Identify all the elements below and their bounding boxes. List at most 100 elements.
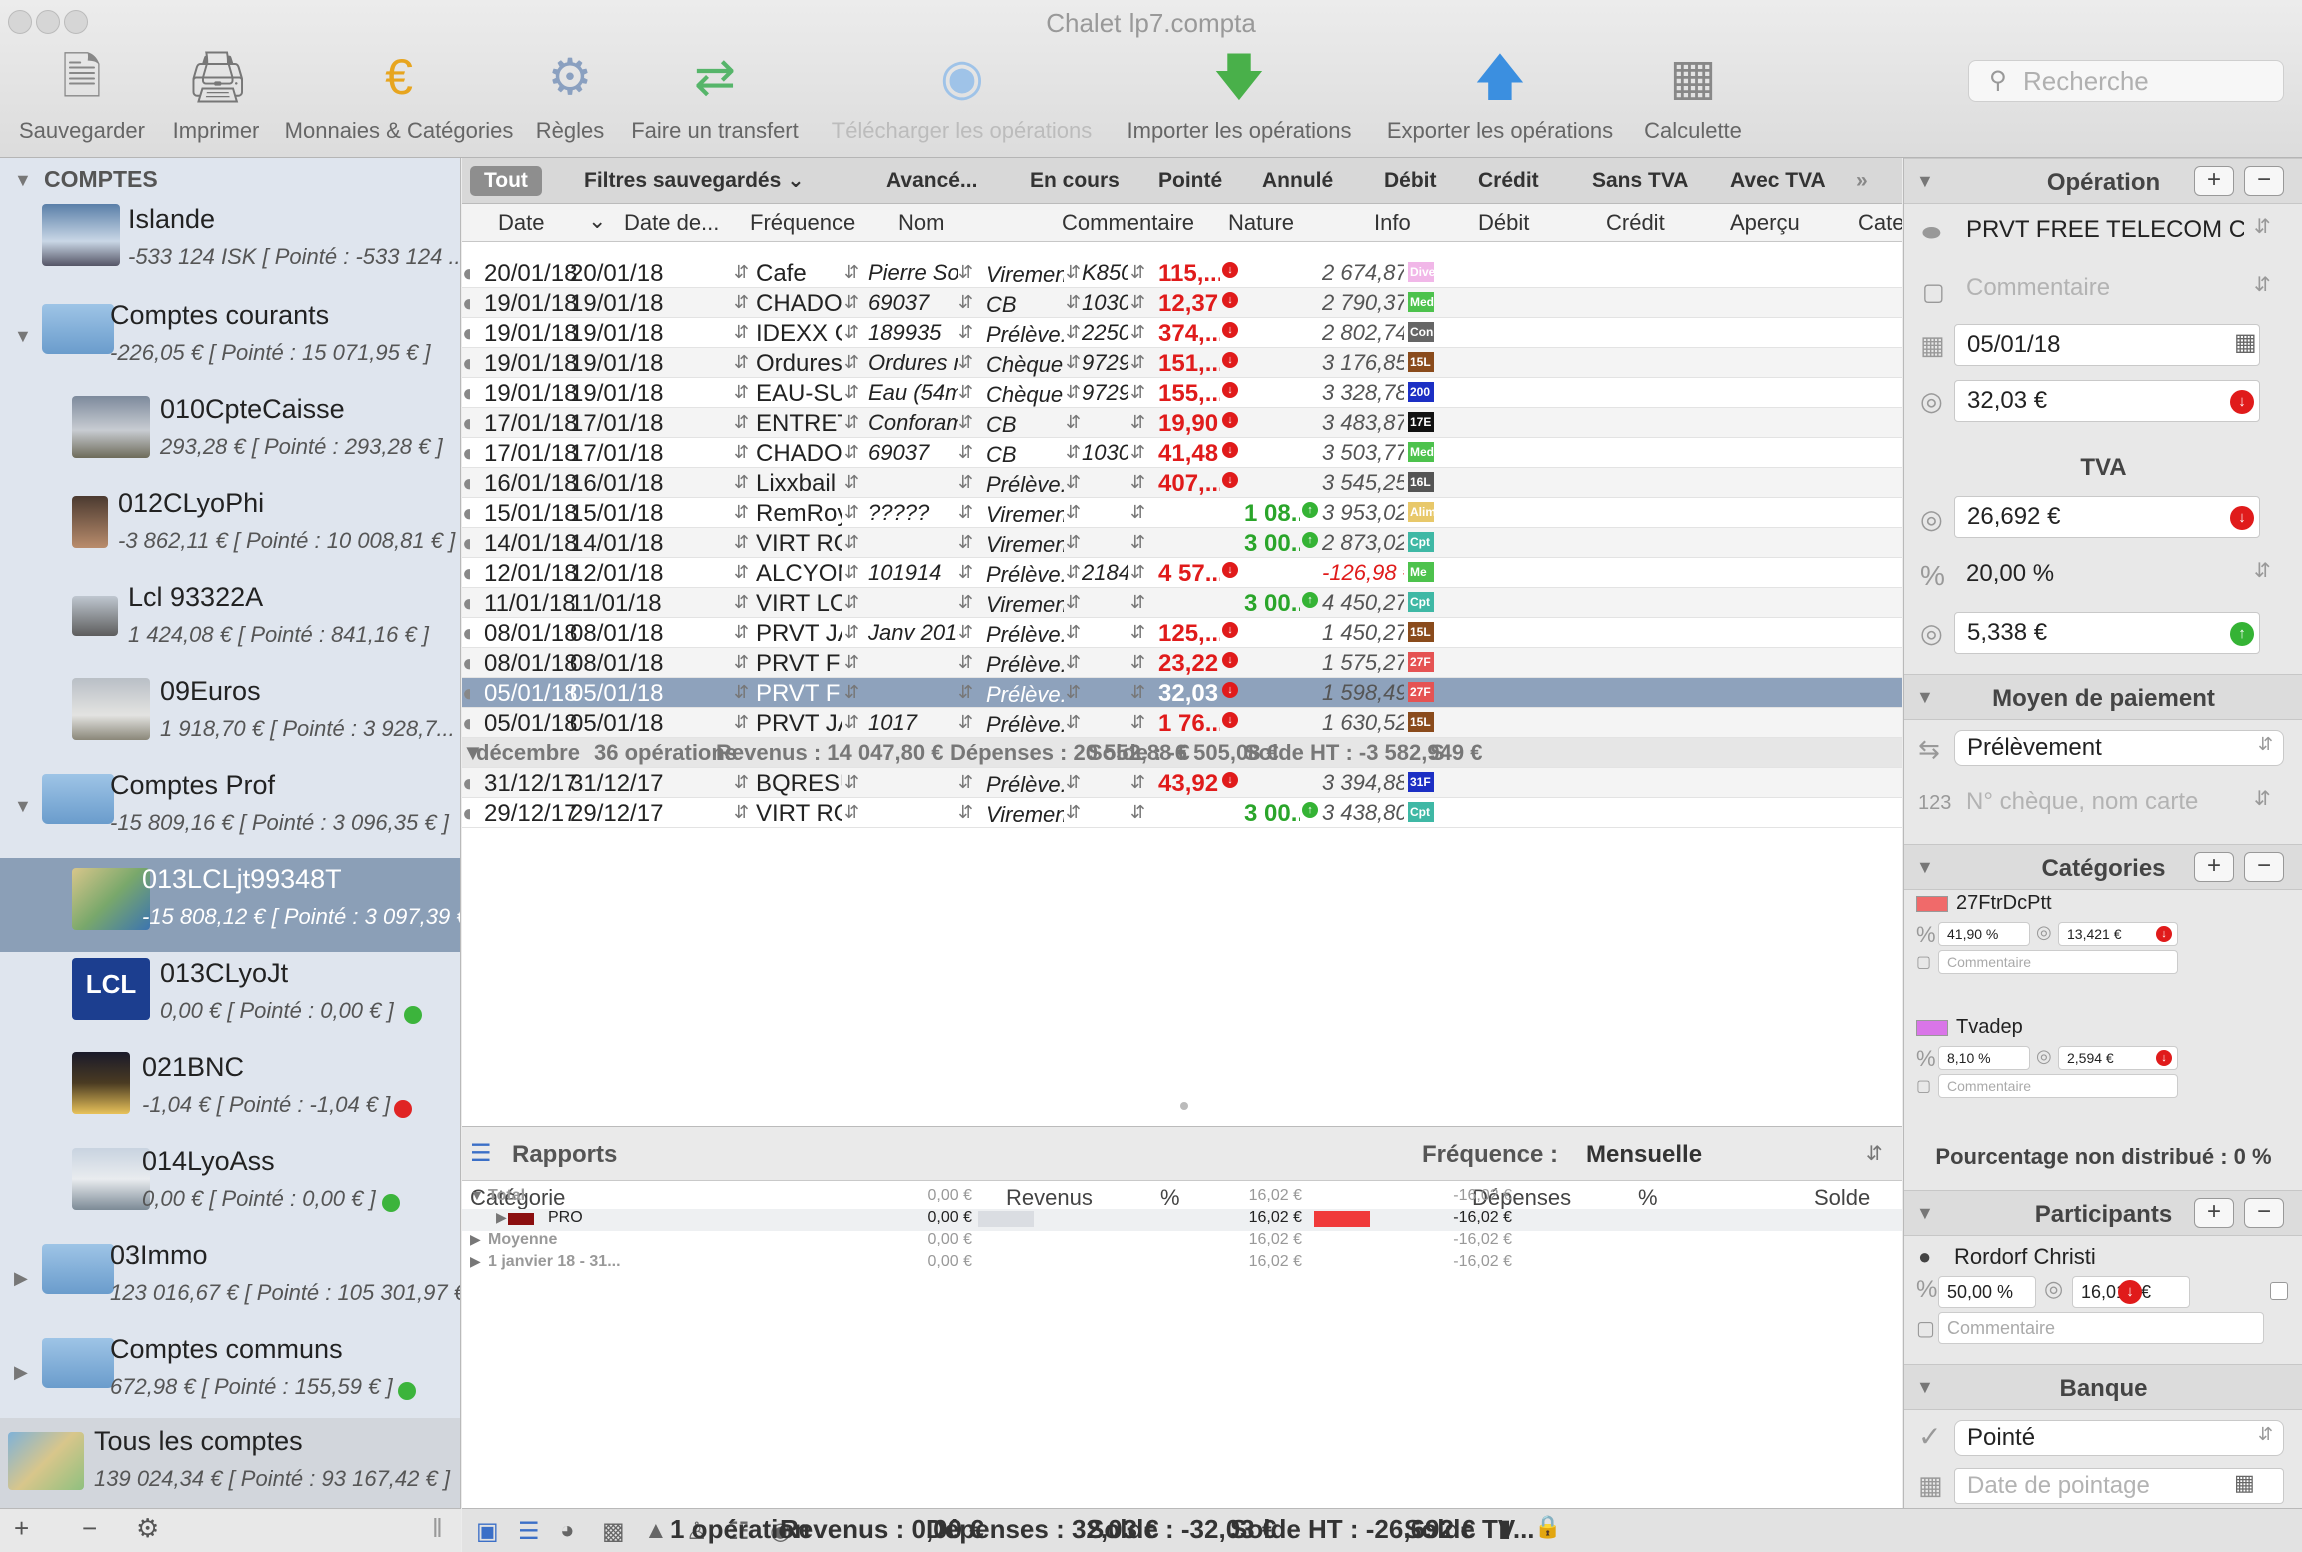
cell-info[interactable]: 9729170	[1082, 350, 1128, 376]
frequency-stepper[interactable]: ⇵	[734, 502, 749, 523]
info-stepper[interactable]: ⇵	[1130, 292, 1145, 313]
cell-comment[interactable]: Pierre Soral	[868, 260, 958, 286]
category-percent-field[interactable]: 8,10 %	[1938, 1046, 2030, 1070]
nature-stepper[interactable]: ⇵	[1066, 772, 1081, 793]
category-badge[interactable]: 31F	[1408, 772, 1434, 792]
cell-debit[interactable]: 19,90 €	[1158, 410, 1220, 438]
check-state-icon[interactable]: ●	[462, 260, 470, 288]
cell-debit[interactable]: 43,92 €	[1158, 770, 1220, 798]
cell-date2[interactable]: 15/01/18	[570, 500, 663, 528]
table-row[interactable]: ●05/01/1805/01/18⇵PRVT FREE...⇵⇵Prélève.…	[462, 678, 1902, 708]
disclosure-triangle-icon[interactable]: ▶	[470, 1253, 481, 1270]
column-debit[interactable]: Débit	[1478, 210, 1529, 236]
currencies-categories-button[interactable]: € Monnaies & Catégories	[276, 44, 522, 144]
nature-stepper[interactable]: ⇵	[1066, 292, 1081, 313]
check-state-icon[interactable]: ●	[462, 320, 470, 348]
cell-nom[interactable]: VIRT RORD...	[756, 800, 842, 828]
operation-comment-field[interactable]: Commentaire	[1954, 268, 2244, 310]
cell-nom[interactable]: RemRoyal c...	[756, 500, 842, 528]
calendar-picker-icon[interactable]: ▦	[2234, 1470, 2255, 1496]
tva-rate-field[interactable]: 20,00 %	[1954, 554, 2244, 596]
comment-stepper[interactable]: ⇵	[958, 382, 973, 403]
name-stepper[interactable]: ⇵	[844, 262, 859, 283]
cell-date[interactable]: 08/01/18	[484, 650, 577, 678]
nature-stepper[interactable]: ⇵	[1066, 322, 1081, 343]
table-row[interactable]: ●11/01/1811/01/18⇵VIRT LOULIER⇵⇵Virement…	[462, 588, 1902, 618]
cell-date2[interactable]: 20/01/18	[570, 260, 663, 288]
select-arrows-icon[interactable]: ⇵	[2254, 558, 2271, 583]
disclosure-triangle-icon[interactable]: ▼	[14, 170, 32, 191]
category-badge[interactable]: 15L	[1408, 622, 1434, 642]
cell-comment[interactable]: 101914	[868, 560, 958, 586]
split-handle[interactable]	[1180, 1102, 1188, 1110]
category-comment-field[interactable]: Commentaire	[1938, 950, 2178, 974]
name-stepper[interactable]: ⇵	[844, 292, 859, 313]
add-participant-button[interactable]: +	[2194, 1198, 2234, 1228]
cell-nature[interactable]: Chèque	[986, 352, 1064, 378]
info-stepper[interactable]: ⇵	[1130, 352, 1145, 373]
cell-date2[interactable]: 17/01/18	[570, 410, 663, 438]
category-badge[interactable]: 27F	[1408, 682, 1434, 702]
nature-stepper[interactable]: ⇵	[1066, 712, 1081, 733]
name-stepper[interactable]: ⇵	[844, 352, 859, 373]
column-category[interactable]: Cate	[1858, 210, 1902, 236]
comment-stepper[interactable]: ⇵	[958, 442, 973, 463]
account-islande[interactable]: Islande -533 124 ISK [ Pointé : -533 124…	[0, 198, 460, 292]
info-stepper[interactable]: ⇵	[1130, 712, 1145, 733]
comment-stepper[interactable]: ⇵	[958, 562, 973, 583]
remove-category-button[interactable]: −	[2244, 852, 2284, 882]
cell-comment[interactable]: 69037	[868, 440, 958, 466]
column-name[interactable]: Nom	[898, 210, 944, 236]
nature-stepper[interactable]: ⇵	[1066, 682, 1081, 703]
info-stepper[interactable]: ⇵	[1130, 412, 1145, 433]
cell-nature[interactable]: Prélève...	[986, 652, 1064, 678]
frequency-stepper[interactable]: ⇵	[734, 652, 749, 673]
info-stepper[interactable]: ⇵	[1130, 562, 1145, 583]
frequency-stepper[interactable]: ⇵	[734, 412, 749, 433]
credit-arrow-icon[interactable]: ↑	[2230, 622, 2254, 646]
check-state-icon[interactable]: ●	[462, 530, 470, 558]
cell-date2[interactable]: 05/01/18	[570, 710, 663, 738]
name-stepper[interactable]: ⇵	[844, 532, 859, 553]
operation-name-field[interactable]: PRVT FREE TELECOM C	[1954, 210, 2244, 252]
cell-date[interactable]: 19/01/18	[484, 320, 577, 348]
cell-nature[interactable]: Virement	[986, 802, 1064, 828]
table-row[interactable]: ●31/12/1731/12/17⇵BQRESULT⇵⇵Prélève...⇵⇵…	[462, 768, 1902, 798]
cell-comment[interactable]: Eau (54m3x2...	[868, 380, 958, 406]
cell-nature[interactable]: Prélève...	[986, 712, 1064, 738]
cell-nom[interactable]: Cafe	[756, 260, 842, 288]
report-row[interactable]: ▶ Moyenne 0,00 €16,02 € -16,02 €	[462, 1231, 1902, 1253]
check-state-icon[interactable]: ●	[462, 470, 470, 498]
debit-arrow-icon[interactable]: ↓	[2230, 390, 2254, 414]
cell-date[interactable]: 14/01/18	[484, 530, 577, 558]
comment-stepper[interactable]: ⇵	[958, 622, 973, 643]
disclosure-triangle-icon[interactable]: ▶	[14, 1268, 28, 1289]
view-single-icon[interactable]: ▣	[476, 1517, 499, 1546]
cell-nom[interactable]: ENTRETIEN	[756, 410, 842, 438]
info-stepper[interactable]: ⇵	[1130, 772, 1145, 793]
cell-nature[interactable]: Prélève...	[986, 772, 1064, 798]
frequency-stepper[interactable]: ⇵	[734, 802, 749, 823]
cell-nom[interactable]: IDEXX Conso	[756, 320, 842, 348]
nature-stepper[interactable]: ⇵	[1066, 472, 1081, 493]
cell-date[interactable]: 05/01/18	[484, 710, 577, 738]
frequency-stepper[interactable]: ⇵	[734, 562, 749, 583]
nature-stepper[interactable]: ⇵	[1066, 592, 1081, 613]
cell-comment[interactable]: Conforama	[868, 410, 958, 436]
comment-stepper[interactable]: ⇵	[958, 502, 973, 523]
cell-nature[interactable]: Prélève...	[986, 622, 1064, 648]
comment-stepper[interactable]: ⇵	[958, 712, 973, 733]
frequency-stepper[interactable]: ⇵	[734, 322, 749, 343]
cell-nature[interactable]: Virement	[986, 532, 1064, 558]
cell-date2[interactable]: 12/01/18	[570, 560, 663, 588]
remove-operation-button[interactable]: −	[2244, 166, 2284, 196]
cell-debit[interactable]: 1 76...	[1158, 710, 1220, 738]
name-stepper[interactable]: ⇵	[844, 622, 859, 643]
import-operations-button[interactable]: 🡇 Importer les opérations	[1116, 44, 1362, 144]
cell-date[interactable]: 19/01/18	[484, 380, 577, 408]
disclosure-triangle-icon[interactable]: ▼	[14, 326, 32, 347]
debit-arrow-icon[interactable]: ↓	[2156, 1050, 2172, 1066]
table-row[interactable]: ●20/01/1820/01/18⇵Cafe⇵Pierre Soral⇵Vire…	[462, 258, 1902, 288]
participant-percent-field[interactable]: 50,00 %	[1938, 1276, 2036, 1308]
cell-nature[interactable]: Prélève...	[986, 472, 1064, 498]
